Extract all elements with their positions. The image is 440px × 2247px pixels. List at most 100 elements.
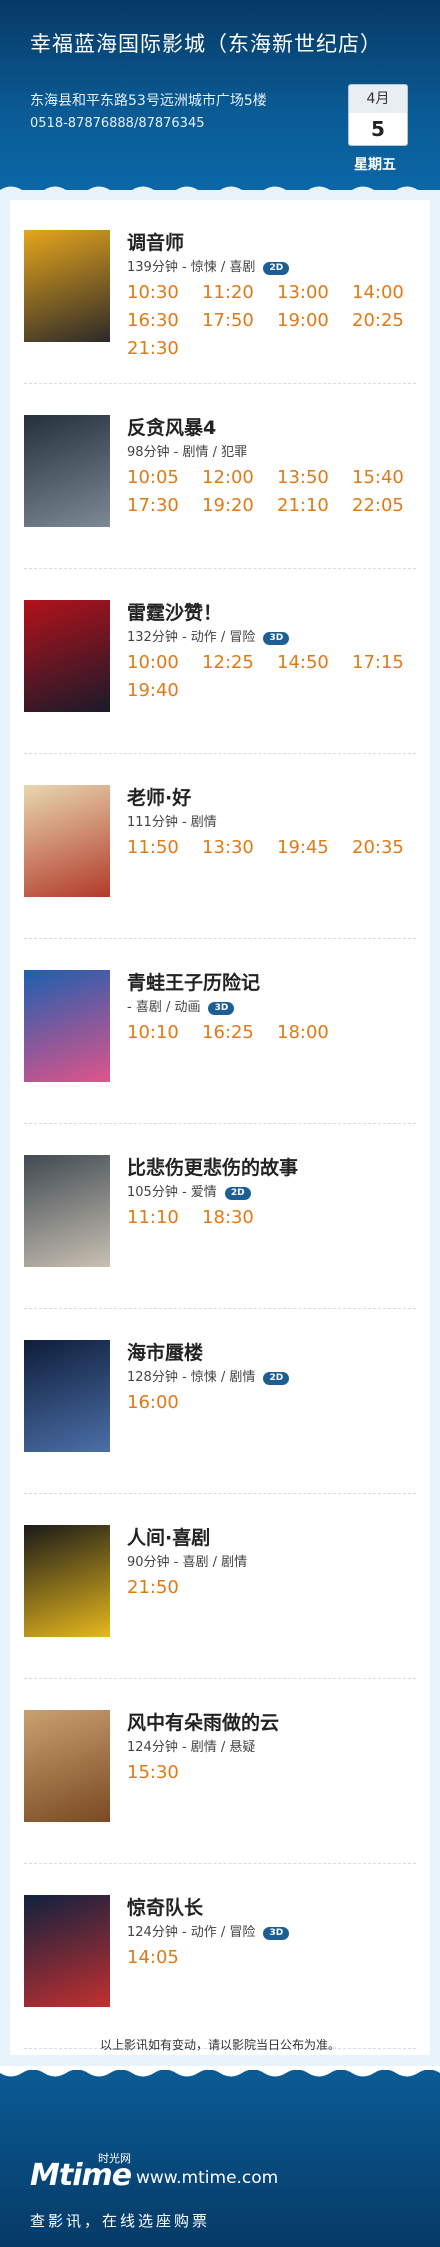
format-badge: 2D: [263, 1372, 290, 1385]
showtime[interactable]: 12:00: [202, 467, 254, 488]
movie-row[interactable]: 调音师 139分钟 - 惊悚 / 喜剧 2D 10:30 11:20 13:00 14:00…: [10, 200, 430, 384]
showtime[interactable]: 14:05: [127, 1947, 179, 1968]
movie-poster[interactable]: [24, 415, 110, 527]
movie-row[interactable]: 海市蜃楼 128分钟 - 惊悚 / 剧情 2D 16:00: [10, 1310, 430, 1494]
format-badge: 3D: [263, 632, 290, 645]
showtime[interactable]: 16:25: [202, 1022, 254, 1043]
movie-info-text: 98分钟 - 剧情 / 犯罪: [127, 445, 248, 460]
bottom-wave-divider: [0, 2066, 440, 2077]
showtime[interactable]: 10:10: [127, 1022, 179, 1043]
showtime[interactable]: 17:50: [202, 310, 254, 331]
showtime[interactable]: 10:00: [127, 652, 179, 673]
movie-title[interactable]: 人间·喜剧: [127, 1523, 210, 1550]
movie-info: 90分钟 - 喜剧 / 剧情: [127, 1551, 247, 1570]
showtime[interactable]: 19:40: [127, 680, 179, 701]
movie-row[interactable]: 风中有朵雨做的云 124分钟 - 剧情 / 悬疑 15:30: [10, 1680, 430, 1864]
showtime[interactable]: 11:20: [202, 282, 254, 303]
showtime[interactable]: 22:05: [352, 495, 404, 516]
row-divider: [24, 938, 416, 939]
showtime[interactable]: 17:15: [352, 652, 404, 673]
showtime[interactable]: 14:00: [352, 282, 404, 303]
movie-info-text: 139分钟 - 惊悚 / 喜剧: [127, 260, 256, 275]
movie-title[interactable]: 调音师: [127, 228, 184, 255]
movie-title[interactable]: 比悲伤更悲伤的故事: [127, 1153, 298, 1180]
showtime[interactable]: 13:50: [277, 467, 329, 488]
top-wave-divider: [0, 186, 440, 197]
date-weekday: 星期五: [354, 157, 396, 173]
movie-title[interactable]: 老师·好: [127, 783, 191, 810]
row-divider: [24, 1493, 416, 1494]
movie-info: 139分钟 - 惊悚 / 喜剧 2D: [127, 256, 290, 275]
movie-row[interactable]: 反贪风暴4 98分钟 - 剧情 / 犯罪 10:05 12:00 13:50 15:40 1…: [10, 385, 430, 569]
row-divider: [24, 753, 416, 754]
date-day: 5: [348, 113, 408, 146]
showtime[interactable]: 21:30: [127, 338, 179, 359]
movie-info-text: 128分钟 - 惊悚 / 剧情: [127, 1370, 256, 1385]
showtime[interactable]: 15:30: [127, 1762, 179, 1783]
movie-title[interactable]: 海市蜃楼: [127, 1338, 203, 1365]
mtime-footer: Mtime 时光网 www.mtime.com 查影讯，在线选座购票: [0, 2070, 440, 2247]
movie-poster[interactable]: [24, 1895, 110, 2007]
date-calendar: 4月 5: [348, 84, 408, 146]
movie-poster[interactable]: [24, 600, 110, 712]
showtime[interactable]: 18:00: [277, 1022, 329, 1043]
movie-poster[interactable]: [24, 785, 110, 897]
cinema-phone: 0518-87876888/87876345: [30, 116, 205, 131]
movie-info-text: 111分钟 - 剧情: [127, 815, 217, 830]
movie-info: 128分钟 - 惊悚 / 剧情 2D: [127, 1366, 290, 1385]
movie-row[interactable]: 老师·好 111分钟 - 剧情 11:50 13:30 19:45 20:35: [10, 755, 430, 939]
movie-info-text: 132分钟 - 动作 / 冒险: [127, 630, 256, 645]
showtime[interactable]: 10:30: [127, 282, 179, 303]
format-badge: 3D: [208, 1002, 235, 1015]
showtime[interactable]: 14:50: [277, 652, 329, 673]
cinema-address: 东海县和平东路53号远洲城市广场5楼: [30, 93, 267, 109]
movie-info-text: 124分钟 - 动作 / 冒险: [127, 1925, 256, 1940]
movie-title[interactable]: 风中有朵雨做的云: [127, 1708, 279, 1735]
showtime[interactable]: 13:00: [277, 282, 329, 303]
movie-poster[interactable]: [24, 1525, 110, 1637]
movie-title[interactable]: 雷霆沙赞！: [127, 598, 222, 625]
showtime[interactable]: 20:25: [352, 310, 404, 331]
row-divider: [24, 1123, 416, 1124]
showtime[interactable]: 16:30: [127, 310, 179, 331]
movie-poster[interactable]: [24, 1155, 110, 1267]
showtime[interactable]: 13:30: [202, 837, 254, 858]
movie-poster[interactable]: [24, 1710, 110, 1822]
showtime[interactable]: 19:45: [277, 837, 329, 858]
movie-row[interactable]: 惊奇队长 124分钟 - 动作 / 冒险 3D 14:05: [10, 1865, 430, 2049]
movie-row[interactable]: 比悲伤更悲伤的故事 105分钟 - 爱情 2D 11:10 18:30: [10, 1125, 430, 1309]
row-divider: [24, 1678, 416, 1679]
showtime[interactable]: 12:25: [202, 652, 254, 673]
movie-info: - 喜剧 / 动画 3D: [127, 996, 235, 1015]
showtime[interactable]: 18:30: [202, 1207, 254, 1228]
showtime[interactable]: 10:05: [127, 467, 179, 488]
row-divider: [24, 383, 416, 384]
showtime[interactable]: 11:10: [127, 1207, 179, 1228]
movie-poster[interactable]: [24, 970, 110, 1082]
format-badge: 2D: [263, 262, 290, 275]
showtime[interactable]: 17:30: [127, 495, 179, 516]
movie-info-text: - 喜剧 / 动画: [127, 1000, 201, 1015]
movie-row[interactable]: 人间·喜剧 90分钟 - 喜剧 / 剧情 21:50: [10, 1495, 430, 1679]
showtime[interactable]: 15:40: [352, 467, 404, 488]
movie-row[interactable]: 雷霆沙赞！ 132分钟 - 动作 / 冒险 3D 10:00 12:25 14:50 17:…: [10, 570, 430, 754]
movie-poster[interactable]: [24, 230, 110, 342]
movie-info-text: 124分钟 - 剧情 / 悬疑: [127, 1740, 256, 1755]
movie-title[interactable]: 惊奇队长: [127, 1893, 203, 1920]
showtime[interactable]: 19:20: [202, 495, 254, 516]
footer-slogan: 查影讯，在线选座购票: [30, 2212, 211, 2230]
movie-title[interactable]: 反贪风暴4: [127, 413, 216, 440]
showtime[interactable]: 21:10: [277, 495, 329, 516]
showtime[interactable]: 16:00: [127, 1392, 179, 1413]
movie-row[interactable]: 青蛙王子历险记 - 喜剧 / 动画 3D 10:10 16:25 18:00: [10, 940, 430, 1124]
showtime[interactable]: 11:50: [127, 837, 179, 858]
showtime[interactable]: 21:50: [127, 1577, 179, 1598]
showtime[interactable]: 20:35: [352, 837, 404, 858]
movie-poster[interactable]: [24, 1340, 110, 1452]
movie-title[interactable]: 青蛙王子历险记: [127, 968, 260, 995]
date-month: 4月: [348, 84, 408, 114]
website-link[interactable]: www.mtime.com: [136, 2168, 278, 2188]
showtime[interactable]: 19:00: [277, 310, 329, 331]
movie-info-text: 105分钟 - 爱情: [127, 1185, 217, 1200]
movie-info: 105分钟 - 爱情 2D: [127, 1181, 251, 1200]
